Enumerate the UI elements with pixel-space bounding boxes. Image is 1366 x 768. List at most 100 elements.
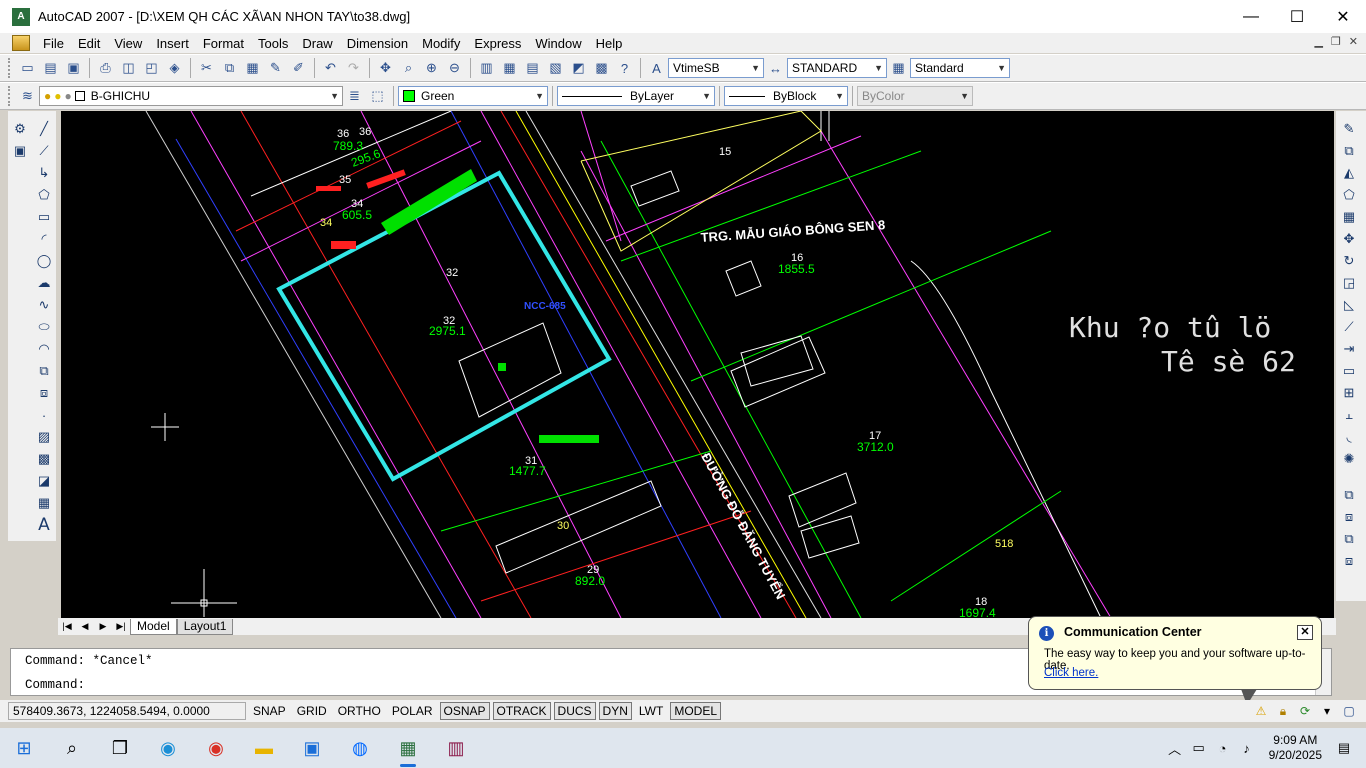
menu-tools[interactable]: Tools [251, 36, 295, 51]
scale-icon[interactable]: ◲ [1339, 273, 1359, 293]
tab-model[interactable]: Model [130, 618, 177, 635]
otrack-toggle[interactable]: OTRACK [492, 702, 551, 720]
send-back-icon[interactable]: ⧉ [1339, 529, 1359, 549]
pan-icon[interactable]: ✥ [376, 58, 396, 78]
balloon-close-button[interactable]: ✕ [1297, 625, 1313, 640]
polyline-icon[interactable]: ↳ [34, 163, 54, 183]
balloon-click-here-link[interactable]: Click here. [1044, 667, 1098, 679]
zoom-previous-icon[interactable]: ⊖ [445, 58, 465, 78]
status-menu-icon[interactable]: ▾ [1318, 702, 1336, 720]
trim-icon[interactable]: ⟋ [1339, 317, 1359, 337]
tray-chevron-icon[interactable]: ︿ [1163, 739, 1187, 758]
layer-tool-icon[interactable]: ▣ [10, 141, 30, 161]
doc-minimize-icon[interactable]: ▁ [1314, 35, 1322, 48]
maximize-button[interactable]: ☐ [1274, 0, 1320, 33]
search-icon[interactable]: ⌕ [48, 728, 96, 768]
new-file-icon[interactable]: ▭ [18, 58, 38, 78]
last-tab-icon[interactable]: ▶| [112, 621, 130, 632]
next-tab-icon[interactable]: ▶ [94, 621, 112, 632]
clean-screen-icon[interactable]: ▢ [1340, 702, 1358, 720]
lock-toolbar-icon[interactable]: 🔒︎ [1274, 702, 1292, 720]
arc-icon[interactable]: ◜ [34, 229, 54, 249]
volume-icon[interactable]: ♪ [1235, 741, 1259, 756]
construction-line-icon[interactable]: ⟋ [34, 141, 54, 161]
text-style-select[interactable]: VtimeSB ▼ [668, 58, 764, 78]
spline-icon[interactable]: ∿ [34, 295, 54, 315]
store-icon[interactable]: ▣ [288, 728, 336, 768]
tab-layout1[interactable]: Layout1 [176, 618, 234, 635]
task-view-icon[interactable]: ❐ [96, 728, 144, 768]
copy-icon[interactable]: ⧉ [220, 58, 240, 78]
menu-edit[interactable]: Edit [71, 36, 107, 51]
wifi-icon[interactable]: ◔ [1211, 741, 1235, 756]
file-explorer-icon[interactable]: ▬ [240, 728, 288, 768]
markup-icon[interactable]: ◩ [569, 58, 589, 78]
dyn-toggle[interactable]: DYN [598, 702, 632, 720]
fillet-icon[interactable]: ◟ [1339, 427, 1359, 447]
menu-dimension[interactable]: Dimension [340, 36, 415, 51]
menu-window[interactable]: Window [528, 36, 588, 51]
join-icon[interactable]: ⊞ [1339, 383, 1359, 403]
update-icon[interactable]: ⟳ [1296, 702, 1314, 720]
layer-manager-icon[interactable]: ≋ [18, 86, 38, 106]
move-icon[interactable]: ✥ [1339, 229, 1359, 249]
save-icon[interactable]: ▣ [64, 58, 84, 78]
rectangle-icon[interactable]: ▭ [34, 207, 54, 227]
line-icon[interactable]: ╱ [34, 119, 54, 139]
polar-toggle[interactable]: POLAR [388, 702, 437, 720]
make-current-layer-icon[interactable]: ≣ [345, 86, 365, 106]
zalo-icon[interactable]: ◍ [336, 728, 384, 768]
ducs-toggle[interactable]: DUCS [553, 702, 596, 720]
gradient-icon[interactable]: ▩ [34, 449, 54, 469]
calculator-icon[interactable]: ▩ [592, 58, 612, 78]
doc-restore-icon[interactable]: ❐ [1331, 35, 1341, 48]
bring-above-icon[interactable]: ⧈ [1339, 551, 1359, 571]
zoom-realtime-icon[interactable]: ⌕ [399, 58, 419, 78]
hatch-icon[interactable]: ▨ [34, 427, 54, 447]
block-editor-icon[interactable]: ✐ [289, 58, 309, 78]
first-tab-icon[interactable]: |◀ [58, 621, 76, 632]
explode-icon[interactable]: ✺ [1339, 449, 1359, 469]
battery-icon[interactable]: ▭ [1187, 740, 1211, 756]
menu-format[interactable]: Format [196, 36, 251, 51]
3d-dwf-icon[interactable]: ◈ [165, 58, 185, 78]
lineweight-select[interactable]: ByBlock ▼ [724, 86, 848, 106]
linetype-select[interactable]: ByLayer ▼ [557, 86, 715, 106]
cut-icon[interactable]: ✂ [197, 58, 217, 78]
multiline-text-icon[interactable]: A [34, 515, 54, 535]
menu-express[interactable]: Express [467, 36, 528, 51]
region-icon[interactable]: ◪ [34, 471, 54, 491]
sheet-set-icon[interactable]: ▧ [546, 58, 566, 78]
table-icon[interactable]: ▦ [34, 493, 54, 513]
break-icon[interactable]: ▭ [1339, 361, 1359, 381]
copy-object-icon[interactable]: ⧉ [1339, 141, 1359, 161]
grid-toggle[interactable]: GRID [293, 702, 331, 720]
open-file-icon[interactable]: ▤ [41, 58, 61, 78]
polygon-icon[interactable]: ⬠ [34, 185, 54, 205]
publish-icon[interactable]: ◰ [142, 58, 162, 78]
bring-front-icon[interactable]: ⧈ [1339, 507, 1359, 527]
layer-previous-icon[interactable]: ⬚ [368, 86, 388, 106]
make-block-icon[interactable]: ⧈ [34, 383, 54, 403]
offset-icon[interactable]: ⬠ [1339, 185, 1359, 205]
draw-order-icon[interactable]: ⧉ [1339, 485, 1359, 505]
help-icon[interactable]: ? [615, 58, 635, 78]
redo-icon[interactable]: ↷ [344, 58, 364, 78]
notifications-icon[interactable]: ▤ [1332, 740, 1356, 756]
menu-insert[interactable]: Insert [149, 36, 196, 51]
plot-preview-icon[interactable]: ◫ [119, 58, 139, 78]
tool-palettes-icon[interactable]: ▤ [523, 58, 543, 78]
paste-icon[interactable]: ▦ [243, 58, 263, 78]
osnap-toggle[interactable]: OSNAP [439, 702, 490, 720]
coordinate-readout[interactable]: 578409.3673, 1224058.5494, 0.0000 [8, 702, 246, 720]
point-icon[interactable]: · [34, 405, 54, 425]
array-icon[interactable]: ▦ [1339, 207, 1359, 227]
extend-icon[interactable]: ⇥ [1339, 339, 1359, 359]
minimize-button[interactable]: — [1228, 0, 1274, 33]
menu-modify[interactable]: Modify [415, 36, 467, 51]
mirror-icon[interactable]: ◭ [1339, 163, 1359, 183]
revcloud-icon[interactable]: ☁ [34, 273, 54, 293]
circle-icon[interactable]: ◯ [34, 251, 54, 271]
toolbar-grip[interactable] [8, 58, 12, 78]
stretch-icon[interactable]: ◺ [1339, 295, 1359, 315]
